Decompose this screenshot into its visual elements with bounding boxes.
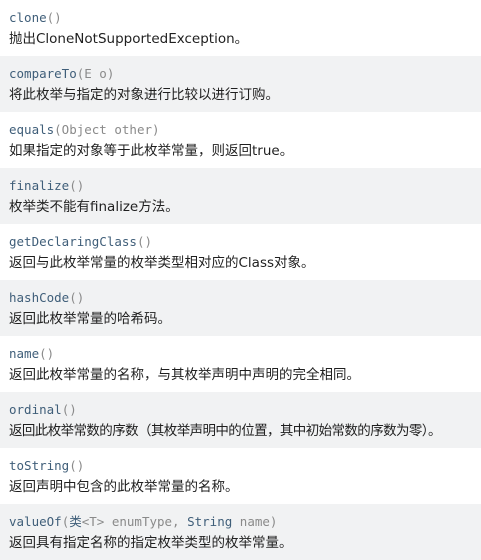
param-generic: <T> [81, 514, 105, 529]
method-row-ordinal: ordinal() 返回此枚举常数的序数（其枚举声明中的位置，其中初始常数的序数… [0, 392, 481, 448]
method-signature: valueOf(类<T> enumType, String name) [9, 513, 481, 530]
method-signature: hashCode() [9, 289, 481, 306]
method-row-valueof: valueOf(类<T> enumType, String name) 返回具有… [0, 504, 481, 560]
method-name-link[interactable]: toString [9, 458, 69, 473]
method-signature: ordinal() [9, 401, 481, 418]
method-signature: toString() [9, 457, 481, 474]
method-name-link[interactable]: getDeclaringClass [9, 234, 137, 249]
method-signature: name() [9, 345, 481, 362]
method-params: () [61, 402, 77, 417]
method-signature: getDeclaringClass() [9, 233, 481, 250]
param-type-class-link[interactable]: 类 [69, 514, 82, 529]
method-params: () [69, 178, 85, 193]
method-params: () [46, 10, 62, 25]
method-params: (Object other) [54, 122, 160, 137]
method-params: (E o) [76, 66, 115, 81]
method-params: () [39, 346, 55, 361]
method-description: 返回声明中包含的此枚举常量的名称。 [9, 479, 239, 495]
method-params: () [69, 458, 85, 473]
method-description: 如果指定的对象等于此枚举常量，则返回true。 [9, 143, 294, 159]
method-name-link[interactable]: name [9, 346, 39, 361]
method-name-link[interactable]: valueOf [9, 514, 62, 529]
method-name-link[interactable]: hashCode [9, 290, 69, 305]
method-description: 枚举类不能有finalize方法。 [9, 199, 179, 215]
method-description: 返回此枚举常数的序数（其枚举声明中的位置，其中初始常数的序数为零）。 [9, 423, 441, 439]
method-params: () [69, 290, 85, 305]
method-name-link[interactable]: compareTo [9, 66, 77, 81]
method-description: 抛出CloneNotSupportedException。 [9, 31, 249, 47]
param-enumtype: enumType, [104, 514, 188, 529]
method-signature: compareTo(E o) [9, 65, 481, 82]
method-description: 返回具有指定名称的指定枚举类型的枚举常量。 [9, 535, 293, 551]
method-row-compareto: compareTo(E o) 将此枚举与指定的对象进行比较以进行订购。 [0, 56, 481, 112]
method-row-hashcode: hashCode() 返回此枚举常量的哈希码。 [0, 280, 481, 336]
method-name-link[interactable]: finalize [9, 178, 69, 193]
method-row-clone: clone() 抛出CloneNotSupportedException。 [0, 0, 481, 56]
method-description: 将此枚举与指定的对象进行比较以进行订购。 [9, 87, 279, 103]
method-row-name: name() 返回此枚举常量的名称，与其枚举声明中声明的完全相同。 [0, 336, 481, 392]
param-type-string-link[interactable]: String [187, 514, 232, 529]
method-signature: equals(Object other) [9, 121, 481, 138]
param-name: name) [232, 514, 278, 529]
method-summary-list: clone() 抛出CloneNotSupportedException。 co… [0, 0, 481, 560]
method-signature: clone() [9, 9, 481, 26]
method-description: 返回此枚举常量的名称，与其枚举声明中声明的完全相同。 [9, 367, 360, 383]
method-description: 返回此枚举常量的哈希码。 [9, 311, 171, 327]
method-name-link[interactable]: ordinal [9, 402, 62, 417]
method-row-equals: equals(Object other) 如果指定的对象等于此枚举常量，则返回t… [0, 112, 481, 168]
method-row-getdeclaringclass: getDeclaringClass() 返回与此枚举常量的枚举类型相对应的Cla… [0, 224, 481, 280]
method-name-link[interactable]: clone [9, 10, 47, 25]
method-row-finalize: finalize() 枚举类不能有finalize方法。 [0, 168, 481, 224]
method-params: () [136, 234, 152, 249]
method-row-tostring: toString() 返回声明中包含的此枚举常量的名称。 [0, 448, 481, 504]
method-signature: finalize() [9, 177, 481, 194]
method-description: 返回与此枚举常量的枚举类型相对应的Class对象。 [9, 255, 315, 271]
method-name-link[interactable]: equals [9, 122, 54, 137]
